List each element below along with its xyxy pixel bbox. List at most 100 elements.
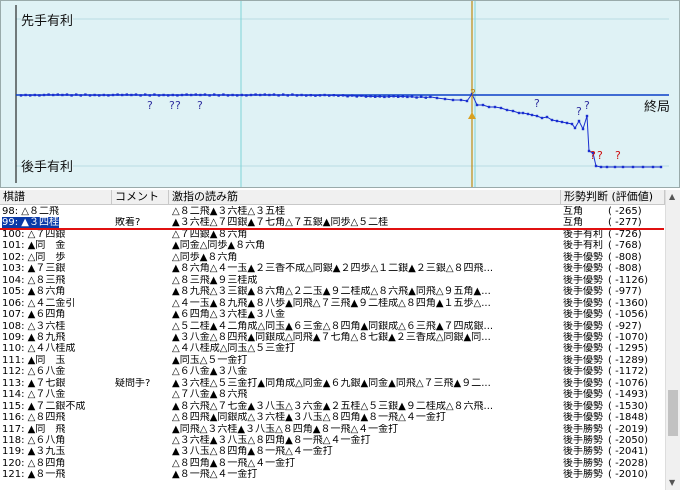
- comment-cell: [115, 412, 169, 424]
- evaluation-point: [291, 93, 294, 96]
- vertical-scrollbar[interactable]: ▲ ▼: [665, 190, 680, 490]
- table-row[interactable]: 98: △８二飛 △８二飛▲３六桂△３五桂 互角 ( -265): [0, 206, 664, 218]
- move-cell: 115: ▲７二銀不成: [2, 400, 86, 412]
- scroll-up-arrow-icon[interactable]: ▲: [669, 192, 675, 201]
- evaluation-point: [337, 94, 340, 97]
- evaluation-point: [511, 109, 515, 113]
- comment-cell: [115, 389, 169, 401]
- move-cell: 121: ▲８一飛: [2, 469, 66, 481]
- column-header-reading[interactable]: 激指の読み筋: [169, 190, 561, 205]
- move-cell: 117: ▲同 飛: [2, 423, 66, 435]
- table-row[interactable]: 107: ▲６四角 ▲６四角△３六桂▲３八金 後手優勢 ( -1056): [0, 309, 664, 321]
- reading-cell: △同歩▲８六角: [172, 251, 238, 263]
- evaluation-value-cell: ( -1126): [608, 274, 649, 286]
- reading-cell: ▲６四角△３六桂▲３八金: [172, 309, 286, 321]
- table-row[interactable]: 113: ▲７七銀 疑問手? ▲３六桂△５三金打▲同角成△同金▲６九銀▲同金▲同飛△…: [0, 378, 664, 390]
- evaluation-point: [268, 93, 271, 97]
- comment-cell: [115, 252, 169, 264]
- evaluation-graph-canvas[interactable]: ???????????: [1, 1, 679, 187]
- table-row[interactable]: 115: ▲７二銀不成 ▲８六飛△７七金▲３八玉△３六金▲２五桂△５三銀▲９二桂成…: [0, 401, 664, 413]
- move-cell: 118: △６八角: [2, 435, 66, 446]
- judgement-cell: 後手優勢: [563, 320, 603, 332]
- table-row[interactable]: 104: △８三飛 △８三飛▲９三桂成 後手優勢 ( -1126): [0, 275, 664, 287]
- reading-cell: △３六桂▲３八玉△８四角▲８一飛△４一金打: [172, 435, 371, 446]
- table-row[interactable]: 112: △６八金 △６八金▲３八金 後手優勢 ( -1172): [0, 366, 664, 378]
- table-row[interactable]: 101: ▲同 金 ▲同金△同歩▲８六角 後手有利 ( -768): [0, 240, 664, 252]
- evaluation-point: [75, 93, 78, 96]
- judgement-cell: 後手優勢: [563, 331, 603, 343]
- evaluation-value-cell: ( -265): [608, 206, 642, 217]
- evaluation-point: [208, 94, 211, 97]
- evaluation-point: [659, 165, 663, 169]
- judgement-cell: 後手優勢: [563, 377, 603, 389]
- table-row[interactable]: 109: ▲８九飛 ▲３八金△８四飛▲同銀成△同飛▲７七角△８七銀▲２三香成△同銀…: [0, 332, 664, 344]
- table-row[interactable]: 106: △４二金引 △４一玉▲８九飛▲８八歩▲同飛△７三飛▲９二桂成△８四角▲１…: [0, 298, 664, 310]
- move-cell: 105: ▲８六角: [2, 286, 66, 298]
- evaluation-point: [392, 95, 395, 98]
- evaluation-point: [397, 95, 400, 98]
- evaluation-point: [254, 93, 257, 96]
- column-header-kifu[interactable]: 棋譜: [0, 190, 112, 205]
- move-cell: 106: △４二金引: [2, 297, 76, 309]
- evaluation-value-cell: ( -768): [608, 240, 642, 252]
- table-row[interactable]: 121: ▲８一飛 ▲８一飛△４一金打 後手勝勢 ( -2010): [0, 469, 664, 481]
- judgement-cell: 後手有利: [563, 228, 603, 240]
- evaluation-point: [429, 95, 432, 99]
- scrollbar-thumb[interactable]: [668, 390, 678, 436]
- table-row[interactable]: 108: △３六桂 △５二桂▲４二角成△同玉▲６三金△８四角▲同銀成△６三飛▲７四…: [0, 321, 664, 333]
- evaluation-point: [526, 112, 530, 116]
- table-row[interactable]: 120: △８四角 △８四角▲８一飛△４一金打 後手勝勢 ( -2028): [0, 458, 664, 470]
- reading-cell: △８四角▲８一飛△４一金打: [172, 457, 296, 469]
- column-header-judgement[interactable]: 形勢判断 (評価値): [561, 190, 665, 205]
- evaluation-point: [555, 119, 559, 123]
- move-cell: 110: △４八桂成: [2, 343, 76, 355]
- column-header-comment[interactable]: コメント: [112, 190, 169, 205]
- table-row[interactable]: 102: △同 歩 △同歩▲８六角 後手優勢 ( -808): [0, 252, 664, 264]
- evaluation-point: [65, 93, 69, 96]
- evaluation-point: [535, 114, 539, 118]
- judgement-cell: 後手優勢: [563, 412, 603, 424]
- evaluation-point: [487, 105, 491, 109]
- table-row[interactable]: 114: △７八金 △７八金▲８六飛 後手優勢 ( -1493): [0, 389, 664, 401]
- evaluation-point: [111, 93, 115, 97]
- move-cell: 107: ▲６四角: [2, 309, 66, 321]
- evaluation-point: [570, 122, 574, 126]
- table-row[interactable]: 118: △６八角 △３六桂▲３八玉△８四角▲８一飛△４一金打 後手勝勢 ( -205…: [0, 435, 664, 447]
- comment-cell: [115, 366, 169, 378]
- scroll-down-arrow-icon[interactable]: ▼: [669, 478, 675, 487]
- doubtful-move-mark: ?: [576, 105, 582, 118]
- evaluation-point: [420, 95, 423, 98]
- table-row[interactable]: 105: ▲８六角 ▲８九飛△３三銀▲８六角△２二玉▲９二桂成△８六飛▲同飛△９五…: [0, 286, 664, 298]
- table-row[interactable]: 117: ▲同 飛 ▲同飛△３六桂▲３八玉△８四角▲８一飛△４一金打 後手勝勢 ( -…: [0, 424, 664, 436]
- table-row[interactable]: 119: ▲３九玉 ▲３八玉△８四角▲８一飛△４一金打 後手勝勢 ( -2041): [0, 446, 664, 458]
- evaluation-graph[interactable]: ??????????? 先手有利 後手有利 終局: [0, 0, 680, 188]
- evaluation-point: [328, 94, 331, 97]
- evaluation-line: [20, 93, 661, 168]
- evaluation-point: [314, 94, 317, 97]
- evaluation-point: [621, 165, 625, 169]
- evaluation-point: [401, 95, 404, 98]
- table-row[interactable]: 110: △４八桂成 △４八桂成△同玉△５三金打 後手優勢 ( -1295): [0, 343, 664, 355]
- evaluation-point: [245, 94, 248, 97]
- evaluation-point: [236, 94, 239, 97]
- evaluation-point: [573, 126, 577, 130]
- doubtful-move-mark: ?: [615, 149, 621, 162]
- comment-cell: [115, 401, 169, 413]
- evaluation-point: [378, 95, 381, 98]
- table-row[interactable]: 100: △７四銀 △７四銀▲８六角 後手有利 ( -726): [0, 229, 664, 241]
- table-row[interactable]: 103: ▲７三銀 ▲８六角△４一玉▲２三香不成△同銀▲２四歩△１二銀▲２三銀△８…: [0, 263, 664, 275]
- evaluation-point: [332, 93, 335, 97]
- reading-cell: ▲３八玉△８四角▲８一飛△４一金打: [172, 446, 333, 458]
- evaluation-point: [594, 164, 598, 168]
- judgement-cell: 後手優勢: [563, 251, 603, 263]
- judgement-cell: 後手勝勢: [563, 435, 603, 446]
- table-row[interactable]: 111: ▲同 玉 ▲同玉△５一金打 後手優勢 ( -1289): [0, 355, 664, 367]
- comment-cell: [115, 343, 169, 355]
- evaluation-point: [517, 111, 521, 115]
- table-row[interactable]: 116: △８四飛 △８四飛▲同銀成△３六桂▲３八玉△８四角▲８一飛△４一金打 後手…: [0, 412, 664, 424]
- evaluation-point: [157, 94, 161, 97]
- evaluation-point: [387, 95, 391, 98]
- evaluation-value-cell: ( -726): [608, 228, 642, 240]
- move-cell: 101: ▲同 金: [2, 240, 66, 252]
- evaluation-point: [295, 94, 299, 97]
